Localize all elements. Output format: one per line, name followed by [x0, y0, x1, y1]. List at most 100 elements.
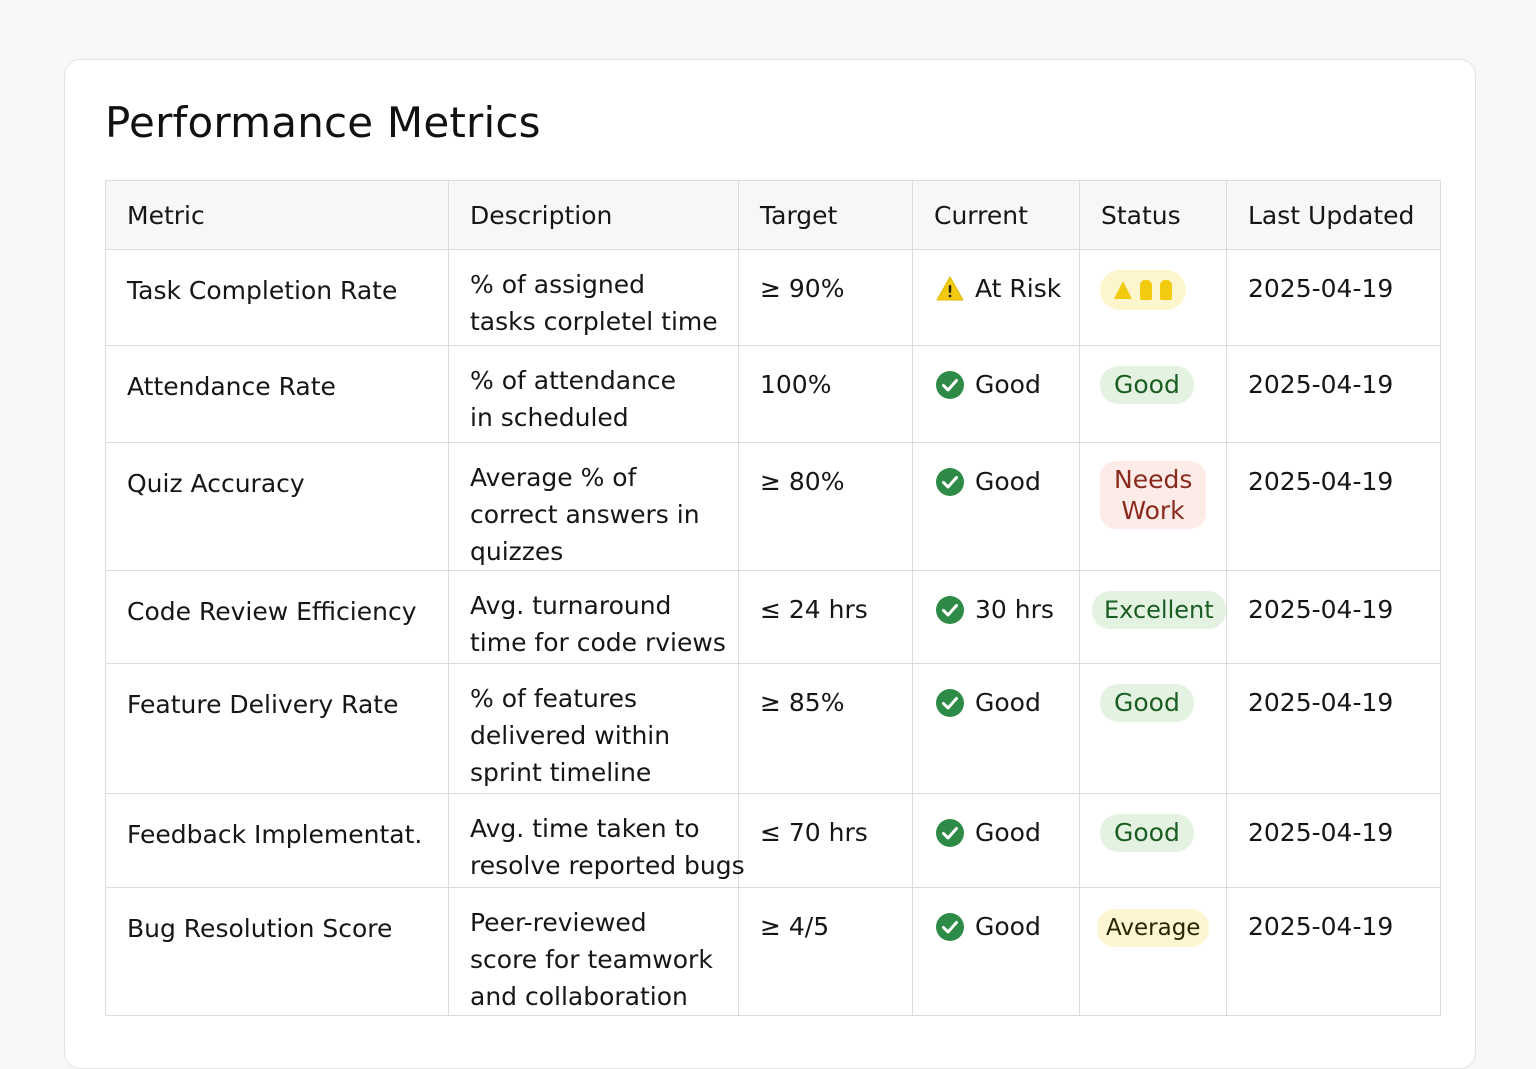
status-cell: Good	[1079, 345, 1227, 443]
description-cell: Avg. turnaround time for code rviews	[448, 570, 739, 664]
table-row[interactable]: Task Completion Rate % of assigned tasks…	[105, 249, 1441, 346]
description-line: tasks corpletel time	[470, 307, 718, 336]
current-value: Good	[975, 912, 1041, 941]
status-cell: Good	[1079, 663, 1227, 794]
description-line: quizzes	[470, 537, 564, 566]
metric-cell: Attendance Rate	[105, 345, 449, 443]
bar-shape-icon	[1140, 280, 1152, 300]
check-circle-icon	[936, 912, 964, 941]
page-title: Performance Metrics	[105, 98, 541, 147]
table-row[interactable]: Bug Resolution Score Peer-reviewed score…	[105, 887, 1441, 1016]
description-line: sprint timeline	[470, 758, 652, 787]
check-circle-icon	[936, 688, 964, 717]
target-cell: ≤ 70 hrs	[738, 793, 913, 888]
description-cell: Avg. time taken to resolve reported bugs	[448, 793, 745, 888]
description-line: score for teamwork	[470, 945, 713, 974]
header-current[interactable]: Current	[912, 180, 1080, 250]
metric-cell: Task Completion Rate	[105, 249, 449, 346]
status-badge: Excellent	[1092, 591, 1226, 629]
status-cell: Good	[1079, 793, 1227, 888]
target-cell: ≥ 85%	[738, 663, 913, 794]
check-circle-icon	[936, 818, 964, 847]
status-badge: Needs Work	[1100, 461, 1206, 529]
description-line: Peer-reviewed	[470, 908, 647, 937]
description-line: % of attendance	[470, 366, 677, 395]
status-cell	[1079, 249, 1227, 346]
target-cell: ≥ 4/5	[738, 887, 913, 1016]
description-cell: % of features delivered within sprint ti…	[448, 663, 739, 794]
description-line: in scheduled	[470, 403, 629, 432]
header-last-updated[interactable]: Last Updated	[1226, 180, 1441, 250]
target-cell: ≥ 80%	[738, 442, 913, 571]
current-cell: Good	[912, 793, 1080, 888]
status-badge: Good	[1100, 366, 1194, 404]
metric-cell: Quiz Accuracy	[105, 442, 449, 571]
current-cell: At Risk	[912, 249, 1080, 346]
table-row[interactable]: Code Review Efficiency Avg. turnaround t…	[105, 570, 1441, 664]
metric-cell: Feature Delivery Rate	[105, 663, 449, 794]
description-line: Average % of	[470, 463, 637, 492]
description-line: correct answers in	[470, 500, 700, 529]
header-description[interactable]: Description	[448, 180, 739, 250]
header-status[interactable]: Status	[1079, 180, 1227, 250]
current-value: Good	[975, 467, 1041, 496]
current-cell: Good	[912, 345, 1080, 443]
header-target[interactable]: Target	[738, 180, 913, 250]
check-circle-icon	[936, 467, 964, 496]
description-line: Avg. time taken to	[470, 814, 700, 843]
description-line: and collaboration	[470, 982, 688, 1011]
status-cell: Excellent	[1079, 570, 1227, 664]
warning-icon	[936, 276, 964, 300]
current-cell: Good	[912, 663, 1080, 794]
current-value: 30 hrs	[975, 595, 1054, 624]
last-updated-cell: 2025-04-19	[1226, 345, 1441, 443]
description-line: resolve reported bugs	[470, 851, 745, 880]
current-value: At Risk	[975, 274, 1062, 303]
warning-shape-icon	[1114, 281, 1132, 299]
description-line: time for code rviews	[470, 628, 726, 657]
current-value: Good	[975, 370, 1041, 399]
last-updated-cell: 2025-04-19	[1226, 793, 1441, 888]
metrics-card: Performance Metrics Metric Description T…	[64, 59, 1476, 1069]
status-badge: Good	[1100, 684, 1194, 722]
description-line: delivered within	[470, 721, 671, 750]
current-cell: 30 hrs	[912, 570, 1080, 664]
metrics-table: Metric Description Target Current Status…	[105, 180, 1441, 1016]
current-cell: Good	[912, 887, 1080, 1016]
current-value: Good	[975, 818, 1041, 847]
status-cell: Needs Work	[1079, 442, 1227, 571]
status-badge: Average	[1097, 909, 1210, 947]
table-row[interactable]: Attendance Rate % of attendance in sched…	[105, 345, 1441, 443]
last-updated-cell: 2025-04-19	[1226, 887, 1441, 1016]
target-cell: ≤ 24 hrs	[738, 570, 913, 664]
bar-shape-icon	[1160, 280, 1172, 300]
check-circle-icon	[936, 595, 964, 624]
current-cell: Good	[912, 442, 1080, 571]
status-cell: Average	[1079, 887, 1227, 1016]
table-row[interactable]: Feedback Implementat. Avg. time taken to…	[105, 793, 1441, 888]
description-cell: Average % of correct answers in quizzes	[448, 442, 739, 571]
last-updated-cell: 2025-04-19	[1226, 442, 1441, 571]
last-updated-cell: 2025-04-19	[1226, 663, 1441, 794]
metric-cell: Feedback Implementat.	[105, 793, 449, 888]
target-cell: ≥ 90%	[738, 249, 913, 346]
last-updated-cell: 2025-04-19	[1226, 249, 1441, 346]
status-badge	[1100, 270, 1186, 310]
table-row[interactable]: Feature Delivery Rate % of features deli…	[105, 663, 1441, 794]
description-cell: % of assigned tasks corpletel time	[448, 249, 739, 346]
current-value: Good	[975, 688, 1041, 717]
description-line: % of assigned	[470, 270, 646, 299]
description-cell: % of attendance in scheduled	[448, 345, 739, 443]
table-header-row: Metric Description Target Current Status…	[105, 180, 1441, 250]
target-cell: 100%	[738, 345, 913, 443]
description-line: Avg. turnaround	[470, 591, 672, 620]
metric-cell: Bug Resolution Score	[105, 887, 449, 1016]
last-updated-cell: 2025-04-19	[1226, 570, 1441, 664]
description-cell: Peer-reviewed score for teamwork and col…	[448, 887, 739, 1016]
status-badge: Good	[1100, 814, 1194, 852]
header-metric[interactable]: Metric	[105, 180, 449, 250]
table-row[interactable]: Quiz Accuracy Average % of correct answe…	[105, 442, 1441, 571]
check-circle-icon	[936, 370, 964, 399]
metric-cell: Code Review Efficiency	[105, 570, 449, 664]
description-line: % of features	[470, 684, 638, 713]
